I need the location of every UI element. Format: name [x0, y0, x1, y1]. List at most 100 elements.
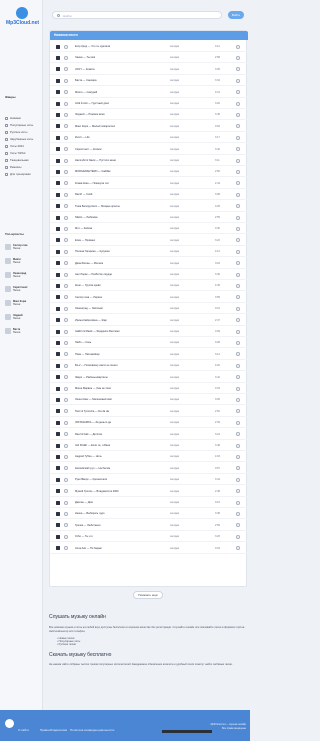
sidebar-item[interactable]: Популярные хиты: [5, 123, 41, 127]
download-icon[interactable]: [236, 523, 240, 528]
top-artist-item[interactable]: Мияги Песни: [5, 258, 41, 266]
song-row[interactable]: Любэ — Конь сегодня 3:28: [50, 337, 248, 349]
play-icon[interactable]: [56, 340, 60, 345]
download-icon[interactable]: [236, 318, 240, 323]
song-row[interactable]: Galibri & Mavik — Федерико Феллини сегодн…: [50, 326, 248, 337]
favorite-icon[interactable]: [64, 386, 68, 391]
favorite-icon[interactable]: [64, 112, 68, 117]
song-row[interactable]: Миша Марвин — Она не твоя сегодня 3:33: [50, 383, 248, 394]
play-icon[interactable]: [56, 443, 60, 448]
song-row[interactable]: Мумий Тролль — Владивосток 2000 сегодня 2:…: [50, 486, 248, 497]
song-row[interactable]: Руки Вверх — Крошка моя сегодня 3:44: [50, 474, 248, 486]
favorite-icon[interactable]: [64, 546, 68, 551]
footer-link-rights[interactable]: Правообладателям: [40, 728, 67, 732]
site-logo[interactable]: Mp3Cloud.net: [6, 7, 39, 29]
download-icon[interactable]: [236, 363, 240, 368]
favorite-icon[interactable]: [64, 261, 68, 266]
play-icon[interactable]: [56, 215, 60, 220]
download-icon[interactable]: [236, 340, 240, 345]
favorite-icon[interactable]: [64, 511, 68, 516]
song-row[interactable]: Ани Лорак — Разбитое сердце сегодня 3:36: [50, 269, 248, 280]
download-icon[interactable]: [236, 44, 240, 49]
play-icon[interactable]: [56, 375, 60, 380]
play-icon[interactable]: [56, 363, 60, 368]
download-icon[interactable]: [236, 90, 240, 95]
favorite-icon[interactable]: [64, 352, 68, 357]
favorite-icon[interactable]: [64, 340, 68, 345]
favorite-icon[interactable]: [64, 489, 68, 494]
download-icon[interactable]: [236, 55, 240, 60]
download-icon[interactable]: [236, 489, 240, 494]
song-row[interactable]: Tanir & Tyomcha — Da da da сегодня 2:52: [50, 406, 248, 417]
download-icon[interactable]: [236, 500, 240, 505]
play-icon[interactable]: [56, 135, 60, 140]
favorite-icon[interactable]: [64, 78, 68, 83]
play-icon[interactable]: [56, 306, 60, 311]
play-icon[interactable]: [56, 386, 60, 391]
download-icon[interactable]: [236, 375, 240, 380]
sidebar-item[interactable]: Зарубежные хиты: [5, 137, 41, 141]
favorite-icon[interactable]: [64, 90, 68, 95]
favorite-icon[interactable]: [64, 181, 68, 186]
play-icon[interactable]: [56, 329, 60, 334]
song-row[interactable]: Егор Крид — Что ты сделала сегодня 3:12: [50, 41, 248, 52]
download-icon[interactable]: [236, 397, 240, 402]
favorite-icon[interactable]: [64, 477, 68, 482]
song-row[interactable]: Тима Белорусских — Мокрые кроссы сегодня 3…: [50, 201, 248, 212]
search-input[interactable]: Найти: [52, 11, 222, 19]
download-icon[interactable]: [236, 67, 240, 72]
play-icon[interactable]: [56, 101, 60, 106]
play-icon[interactable]: [56, 272, 60, 277]
download-icon[interactable]: [236, 192, 240, 197]
song-row[interactable]: Jah Khalib — Если че, я Баха сегодня 3:48: [50, 440, 248, 451]
favorite-icon[interactable]: [64, 500, 68, 505]
play-icon[interactable]: [56, 67, 60, 72]
song-row[interactable]: Клава Кока — Покинула чат сегодня 2:44: [50, 178, 248, 189]
song-row[interactable]: Дима Билан — Молния сегодня 3:18: [50, 258, 248, 269]
song-row[interactable]: MORGENSHTERN — Cadillac сегодня 2:50: [50, 166, 248, 178]
download-icon[interactable]: [236, 443, 240, 448]
play-icon[interactable]: [56, 534, 60, 539]
top-artist-item[interactable]: Баста Песни: [5, 328, 41, 336]
favorite-icon[interactable]: [64, 124, 68, 129]
play-icon[interactable]: [56, 500, 60, 505]
sidebar-item[interactable]: Танцевальная: [5, 158, 41, 162]
favorite-icon[interactable]: [64, 169, 68, 174]
footer-link-privacy[interactable]: Политика конфиденциальности: [70, 728, 114, 732]
song-row[interactable]: Андрей Губин — Ночь сегодня 4:03: [50, 451, 248, 463]
download-icon[interactable]: [236, 546, 240, 551]
favorite-icon[interactable]: [64, 204, 68, 209]
download-icon[interactable]: [236, 477, 240, 482]
login-button[interactable]: Войти: [228, 11, 244, 19]
play-icon[interactable]: [56, 409, 60, 414]
download-icon[interactable]: [236, 215, 240, 220]
favorite-icon[interactable]: [64, 306, 68, 311]
download-icon[interactable]: [236, 261, 240, 266]
download-icon[interactable]: [236, 147, 240, 152]
song-row[interactable]: INSTASAMKA — За деньги да сегодня 2:39: [50, 417, 248, 429]
play-icon[interactable]: [56, 158, 60, 163]
play-icon[interactable]: [56, 147, 60, 152]
song-row[interactable]: Би-2 — Полковнику никто не пишет сегодня 4…: [50, 360, 248, 372]
song-row[interactable]: Джиган — Дим сегодня 3:15: [50, 497, 248, 508]
download-icon[interactable]: [236, 454, 240, 459]
play-icon[interactable]: [56, 420, 60, 425]
top-artist-item[interactable]: Сектор газа Песни: [5, 244, 41, 252]
song-row[interactable]: Ёлка — Прованс сегодня 3:22: [50, 235, 248, 246]
favorite-icon[interactable]: [64, 226, 68, 231]
favorite-icon[interactable]: [64, 318, 68, 323]
play-icon[interactable]: [56, 352, 60, 357]
favorite-icon[interactable]: [64, 454, 68, 459]
song-row[interactable]: Artik & Asti — Грустный дэнс сегодня 3:20: [50, 98, 248, 109]
top-artist-item[interactable]: Скриптонит Песни: [5, 286, 41, 294]
download-icon[interactable]: [236, 352, 240, 357]
favorite-icon[interactable]: [64, 283, 68, 288]
favorite-icon[interactable]: [64, 67, 68, 72]
favorite-icon[interactable]: [64, 363, 68, 368]
favorite-icon[interactable]: [64, 375, 68, 380]
show-more-button[interactable]: Показать ещё: [133, 591, 163, 599]
download-icon[interactable]: [236, 204, 240, 209]
song-row[interactable]: Нюша — Выбирать чудо сегодня 3:38: [50, 508, 248, 520]
song-row[interactable]: Баста — Сансара сегодня 3:34: [50, 75, 248, 87]
play-icon[interactable]: [56, 546, 60, 551]
